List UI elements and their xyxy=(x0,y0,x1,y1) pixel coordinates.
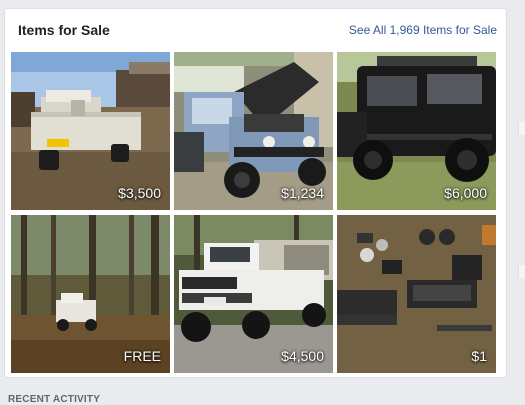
item-price: $3,500 xyxy=(118,185,161,201)
side-panel-edge xyxy=(518,122,525,135)
section-title: Items for Sale xyxy=(18,22,110,38)
card-header: Items for Sale See All 1,969 Items for S… xyxy=(5,9,506,53)
items-for-sale-card: Items for Sale See All 1,969 Items for S… xyxy=(4,8,507,378)
item-price: $4,500 xyxy=(281,348,324,364)
item-price: $6,000 xyxy=(444,185,487,201)
side-panel-edge xyxy=(518,265,525,278)
sale-item-tile[interactable]: FREE xyxy=(11,215,170,373)
item-price: FREE xyxy=(123,348,161,364)
item-price: $1,234 xyxy=(281,185,324,201)
item-price: $1 xyxy=(471,348,487,364)
sale-item-tile[interactable]: $6,000 xyxy=(337,52,496,210)
sale-item-tile[interactable]: $4,500 xyxy=(174,215,333,373)
see-all-link[interactable]: See All 1,969 Items for Sale xyxy=(349,23,497,37)
sale-item-tile[interactable]: $3,500 xyxy=(11,52,170,210)
sale-item-tile[interactable]: $1 xyxy=(337,215,496,373)
sale-item-tile[interactable]: $1,234 xyxy=(174,52,333,210)
items-grid: $3,500 $1,234 $6,000 FREE $4,500 $1 xyxy=(11,52,497,373)
recent-activity-heading: RECENT ACTIVITY xyxy=(8,394,101,405)
